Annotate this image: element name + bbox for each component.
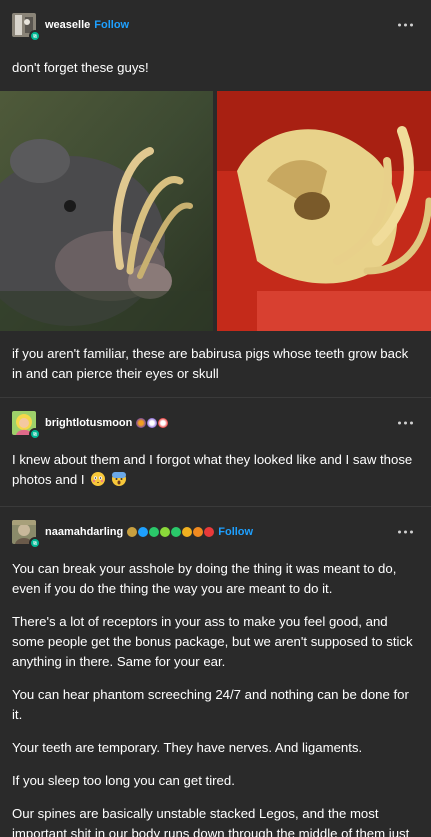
verified-badge-icon (138, 527, 149, 537)
badge-icon (158, 418, 169, 428)
post-header: naamahdarling Follow (0, 507, 431, 557)
image-row (0, 91, 431, 331)
username[interactable]: brightlotusmoon (45, 417, 132, 429)
flushed-emoji (91, 472, 106, 486)
post-body-text: I knew about them and I forgot what they… (12, 452, 413, 487)
badge-icon (136, 418, 147, 428)
badge-icon (149, 527, 160, 537)
username[interactable]: weaselle (45, 19, 90, 31)
post-caption: don't forget these guys! (12, 60, 149, 75)
username[interactable]: naamahdarling (45, 526, 123, 538)
reblog-icon (29, 537, 41, 549)
badge-icon (193, 527, 204, 537)
post-body: You can break your asshole by doing the … (0, 559, 431, 837)
paragraph: Our spines are basically unstable stacke… (12, 806, 410, 837)
more-options-icon[interactable] (398, 23, 413, 27)
badge-icon (204, 527, 215, 537)
avatar[interactable] (12, 411, 41, 440)
post-brightlotusmoon: brightlotusmoon I knew about them and I … (0, 398, 431, 507)
badge-icon (171, 527, 182, 537)
post-header: brightlotusmoon (0, 398, 431, 448)
paragraph: You can hear phantom screeching 24/7 and… (12, 687, 409, 722)
babirusa-skull-photo[interactable] (216, 91, 431, 331)
user-badges (127, 527, 215, 537)
scream-emoji (111, 472, 126, 486)
badge-icon (182, 527, 193, 537)
avatar[interactable] (12, 520, 41, 549)
paragraph: Your teeth are temporary. They have nerv… (12, 740, 363, 755)
reblog-icon (29, 30, 41, 42)
avatar[interactable] (12, 13, 41, 42)
more-options-icon[interactable] (398, 530, 413, 534)
follow-button[interactable]: Follow (218, 526, 253, 538)
badge-icon (147, 418, 158, 428)
more-options-icon[interactable] (398, 421, 413, 425)
babirusa-photo[interactable] (0, 91, 215, 331)
post-body: if you aren't familiar, these are babiru… (12, 346, 409, 381)
post-body: I knew about them and I forgot what they… (0, 450, 431, 490)
post-header: weaselle Follow (0, 0, 431, 50)
paragraph: You can break your asshole by doing the … (12, 561, 397, 596)
post-weaselle: weaselle Follow don't forget these guys! (0, 0, 431, 398)
post-naamahdarling: naamahdarling Follow You can break your … (0, 507, 431, 837)
paragraph: There's a lot of receptors in your ass t… (12, 614, 413, 669)
paragraph: If you sleep too long you can get tired. (12, 773, 235, 788)
badge-icon (160, 527, 171, 537)
badge-icon (127, 527, 138, 537)
user-badges (136, 418, 169, 428)
reblog-icon (29, 428, 41, 440)
follow-button[interactable]: Follow (94, 19, 129, 31)
